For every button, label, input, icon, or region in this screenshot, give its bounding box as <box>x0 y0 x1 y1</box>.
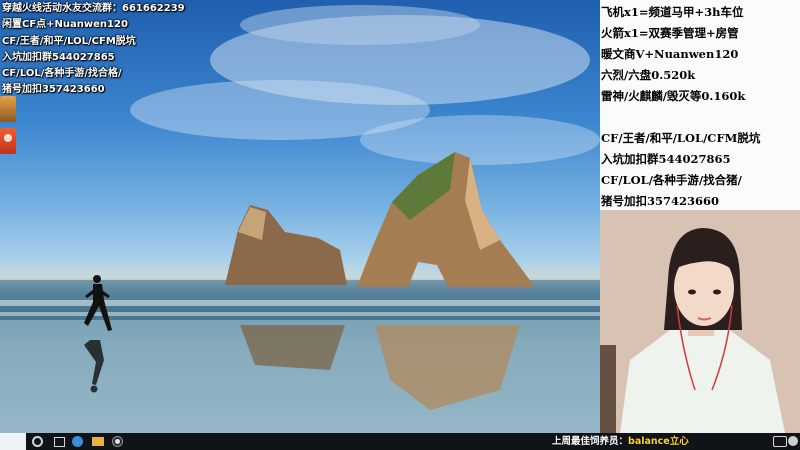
chat-icon[interactable] <box>773 436 787 447</box>
search-icon[interactable] <box>32 436 43 447</box>
start-button[interactable] <box>0 433 26 450</box>
folder-icon[interactable] <box>92 437 104 446</box>
desktop-wallpaper: 穿越火线活动水友交流群：661662239 闲置CF点+Nuanwen120 C… <box>0 0 600 433</box>
app-icon[interactable] <box>112 436 123 447</box>
streamer-figure <box>600 210 800 433</box>
info-line-6: CF/王者/和平/LOL/CFM脱坑 <box>601 131 761 145</box>
edge-icon[interactable] <box>72 436 83 447</box>
overlay-line-5: CF/LOL/各种手游/找合格/ <box>2 68 122 79</box>
desktop-shortcut-icon[interactable] <box>0 96 16 122</box>
overlay-line-6: 猪号加扣357423660 <box>2 84 105 95</box>
ticker-value: balance立心 <box>628 436 689 447</box>
info-line-1: 飞机x1=频道马甲+3h车位 <box>601 5 744 19</box>
info-line-7: 入坑加扣群544027865 <box>601 152 731 166</box>
ball-icon[interactable] <box>788 436 798 446</box>
ticker-label: 上周最佳饲养员： <box>552 436 629 447</box>
taskbar: 上周最佳饲养员：balance立心 <box>0 433 800 450</box>
best-feeder-ticker: 上周最佳饲养员：balance立心 <box>552 433 689 450</box>
info-line-4: 六烈/六盘0.520k <box>601 68 696 82</box>
webcam-feed <box>600 210 800 433</box>
overlay-line-2: 闲置CF点+Nuanwen120 <box>2 19 128 30</box>
info-line-3: 暖文商V+Nuanwen120 <box>601 47 739 61</box>
desktop-app-icon[interactable] <box>0 128 16 154</box>
info-panel: 飞机x1=频道马甲+3h车位 火箭x1=双赛季管理+房管 暖文商V+Nuanwe… <box>600 0 800 210</box>
info-line-8: CF/LOL/各种手游/找合猪/ <box>601 173 742 187</box>
overlay-line-1: 穿越火线活动水友交流群：661662239 <box>2 3 185 14</box>
info-line-9: 猪号加扣357423660 <box>601 194 720 208</box>
info-line-5: 雷神/火麒麟/毁灭等0.160k <box>601 89 746 103</box>
info-line-2: 火箭x1=双赛季管理+房管 <box>601 26 739 40</box>
overlay-line-4: 入坑加扣群544027865 <box>2 52 115 63</box>
task-view-icon[interactable] <box>54 437 65 447</box>
overlay-line-3: CF/王者/和平/LOL/CFM脱坑 <box>2 36 136 47</box>
